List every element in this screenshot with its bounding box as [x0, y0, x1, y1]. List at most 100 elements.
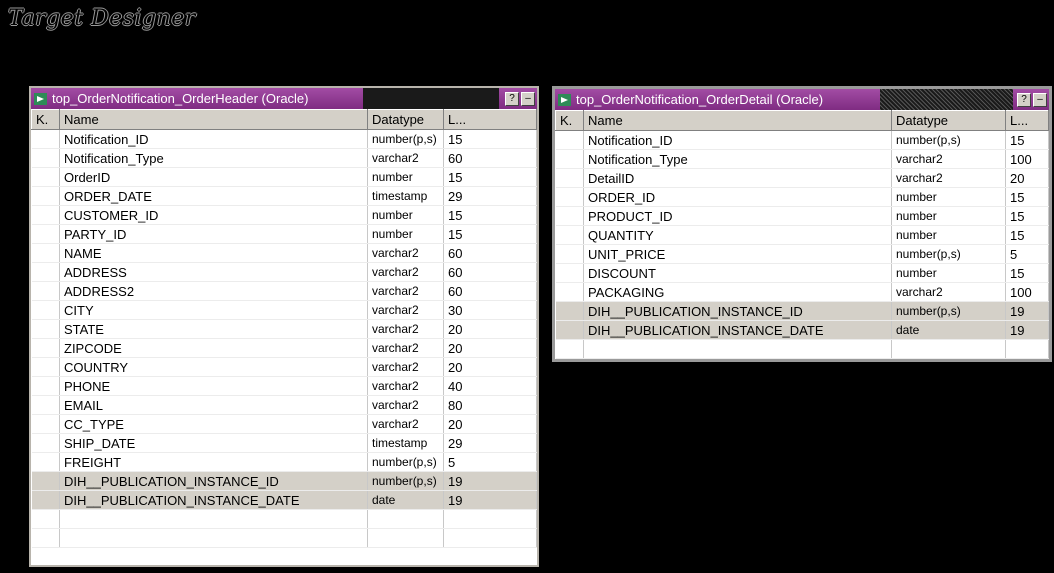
table-row[interactable]: DIH__PUBLICATION_INSTANCE_ID number(p,s) 1…	[555, 301, 1049, 321]
column-name-cell: ORDER_ID	[583, 187, 892, 207]
table-row[interactable]: PHONE varchar2 40	[31, 376, 537, 396]
table-row[interactable]: ORDER_ID number 15	[555, 187, 1049, 207]
datatype-cell: varchar2	[367, 148, 444, 168]
table-row[interactable]: OrderID number 15	[31, 167, 537, 187]
empty-cell	[59, 528, 368, 548]
key-cell	[31, 243, 60, 263]
key-cell	[31, 490, 60, 510]
datatype-cell: number	[367, 205, 444, 225]
table-row[interactable]: UNIT_PRICE number(p,s) 5	[555, 244, 1049, 264]
column-name-cell: PARTY_ID	[59, 224, 368, 244]
key-cell	[31, 167, 60, 187]
empty-row[interactable]	[31, 509, 537, 529]
table-row[interactable]: DetailID varchar2 20	[555, 168, 1049, 188]
table-row[interactable]: PARTY_ID number 15	[31, 224, 537, 244]
column-header-name[interactable]: Name	[583, 110, 892, 131]
length-cell: 15	[1005, 187, 1049, 207]
table-row[interactable]: Notification_ID number(p,s) 15	[555, 130, 1049, 150]
table-row[interactable]: Notification_ID number(p,s) 15	[31, 129, 537, 149]
datatype-cell: varchar2	[367, 300, 444, 320]
table-row[interactable]: PACKAGING varchar2 100	[555, 282, 1049, 302]
title-bar-fill	[363, 88, 499, 109]
empty-cell	[443, 528, 537, 548]
table-row[interactable]: COUNTRY varchar2 20	[31, 357, 537, 377]
table-row[interactable]: QUANTITY number 15	[555, 225, 1049, 245]
table-row[interactable]: FREIGHT number(p,s) 5	[31, 452, 537, 472]
key-cell	[31, 224, 60, 244]
datatype-cell: varchar2	[367, 243, 444, 263]
datatype-cell: date	[891, 320, 1006, 340]
columns-grid: K. Name Datatype L... Notification_ID num…	[555, 110, 1049, 359]
minimize-button[interactable]: –	[1033, 92, 1047, 107]
table-row[interactable]: CITY varchar2 30	[31, 300, 537, 320]
empty-cell	[59, 509, 368, 529]
key-cell	[555, 244, 584, 264]
key-cell	[31, 319, 60, 339]
datatype-cell: timestamp	[367, 433, 444, 453]
table-order-header[interactable]: top_OrderNotification_OrderHeader (Oracl…	[29, 86, 539, 567]
column-name-cell: STATE	[59, 319, 368, 339]
column-name-cell: Notification_Type	[59, 148, 368, 168]
key-cell	[555, 187, 584, 207]
column-name-cell: QUANTITY	[583, 225, 892, 245]
column-header-datatype[interactable]: Datatype	[891, 110, 1006, 131]
empty-cell	[367, 528, 444, 548]
empty-row[interactable]	[555, 339, 1049, 359]
length-cell: 100	[1005, 149, 1049, 169]
table-row[interactable]: STATE varchar2 20	[31, 319, 537, 339]
table-row[interactable]: DIH__PUBLICATION_INSTANCE_DATE date 19	[555, 320, 1049, 340]
key-cell	[31, 395, 60, 415]
column-name-cell: Notification_ID	[59, 129, 368, 149]
length-cell: 5	[443, 452, 537, 472]
table-row[interactable]: Notification_Type varchar2 60	[31, 148, 537, 168]
column-header-key[interactable]: K.	[31, 109, 60, 130]
length-cell: 30	[443, 300, 537, 320]
column-header-length[interactable]: L...	[443, 109, 537, 130]
table-row[interactable]: CC_TYPE varchar2 20	[31, 414, 537, 434]
table-row[interactable]: EMAIL varchar2 80	[31, 395, 537, 415]
table-row[interactable]: CUSTOMER_ID number 15	[31, 205, 537, 225]
empty-cell	[31, 528, 60, 548]
table-row[interactable]: SHIP_DATE timestamp 29	[31, 433, 537, 453]
datatype-cell: varchar2	[367, 376, 444, 396]
datatype-cell: varchar2	[367, 281, 444, 301]
table-row[interactable]: NAME varchar2 60	[31, 243, 537, 263]
key-cell	[31, 186, 60, 206]
table-row[interactable]: DIH__PUBLICATION_INSTANCE_DATE date 19	[31, 490, 537, 510]
table-row[interactable]: ZIPCODE varchar2 20	[31, 338, 537, 358]
column-header-datatype[interactable]: Datatype	[367, 109, 444, 130]
help-button[interactable]: ?	[1017, 92, 1031, 107]
column-header-length[interactable]: L...	[1005, 110, 1049, 131]
table-row[interactable]: ADDRESS2 varchar2 60	[31, 281, 537, 301]
length-cell: 20	[443, 414, 537, 434]
key-cell	[31, 300, 60, 320]
datatype-cell: varchar2	[367, 357, 444, 377]
key-cell	[31, 471, 60, 491]
key-cell	[31, 262, 60, 282]
column-name-cell: ORDER_DATE	[59, 186, 368, 206]
column-header-key[interactable]: K.	[555, 110, 584, 131]
table-row[interactable]: ADDRESS varchar2 60	[31, 262, 537, 282]
table-row[interactable]: DISCOUNT number 15	[555, 263, 1049, 283]
datatype-cell: number(p,s)	[891, 130, 1006, 150]
table-row[interactable]: ORDER_DATE timestamp 29	[31, 186, 537, 206]
table-row[interactable]: DIH__PUBLICATION_INSTANCE_ID number(p,s) 1…	[31, 471, 537, 491]
table-row[interactable]: Notification_Type varchar2 100	[555, 149, 1049, 169]
table-order-detail[interactable]: top_OrderNotification_OrderDetail (Oracl…	[552, 86, 1052, 362]
empty-cell	[1005, 339, 1049, 359]
empty-row[interactable]	[31, 528, 537, 548]
length-cell: 80	[443, 395, 537, 415]
table-title-bar[interactable]: top_OrderNotification_OrderHeader (Oracl…	[31, 88, 537, 109]
length-cell: 100	[1005, 282, 1049, 302]
minimize-button[interactable]: –	[521, 91, 535, 106]
datatype-cell: number(p,s)	[367, 452, 444, 472]
key-cell	[31, 414, 60, 434]
table-title-bar[interactable]: top_OrderNotification_OrderDetail (Oracl…	[555, 89, 1049, 110]
key-cell	[31, 338, 60, 358]
column-name-cell: OrderID	[59, 167, 368, 187]
table-row[interactable]: PRODUCT_ID number 15	[555, 206, 1049, 226]
help-button[interactable]: ?	[505, 91, 519, 106]
length-cell: 20	[443, 357, 537, 377]
datatype-cell: number(p,s)	[891, 244, 1006, 264]
column-header-name[interactable]: Name	[59, 109, 368, 130]
